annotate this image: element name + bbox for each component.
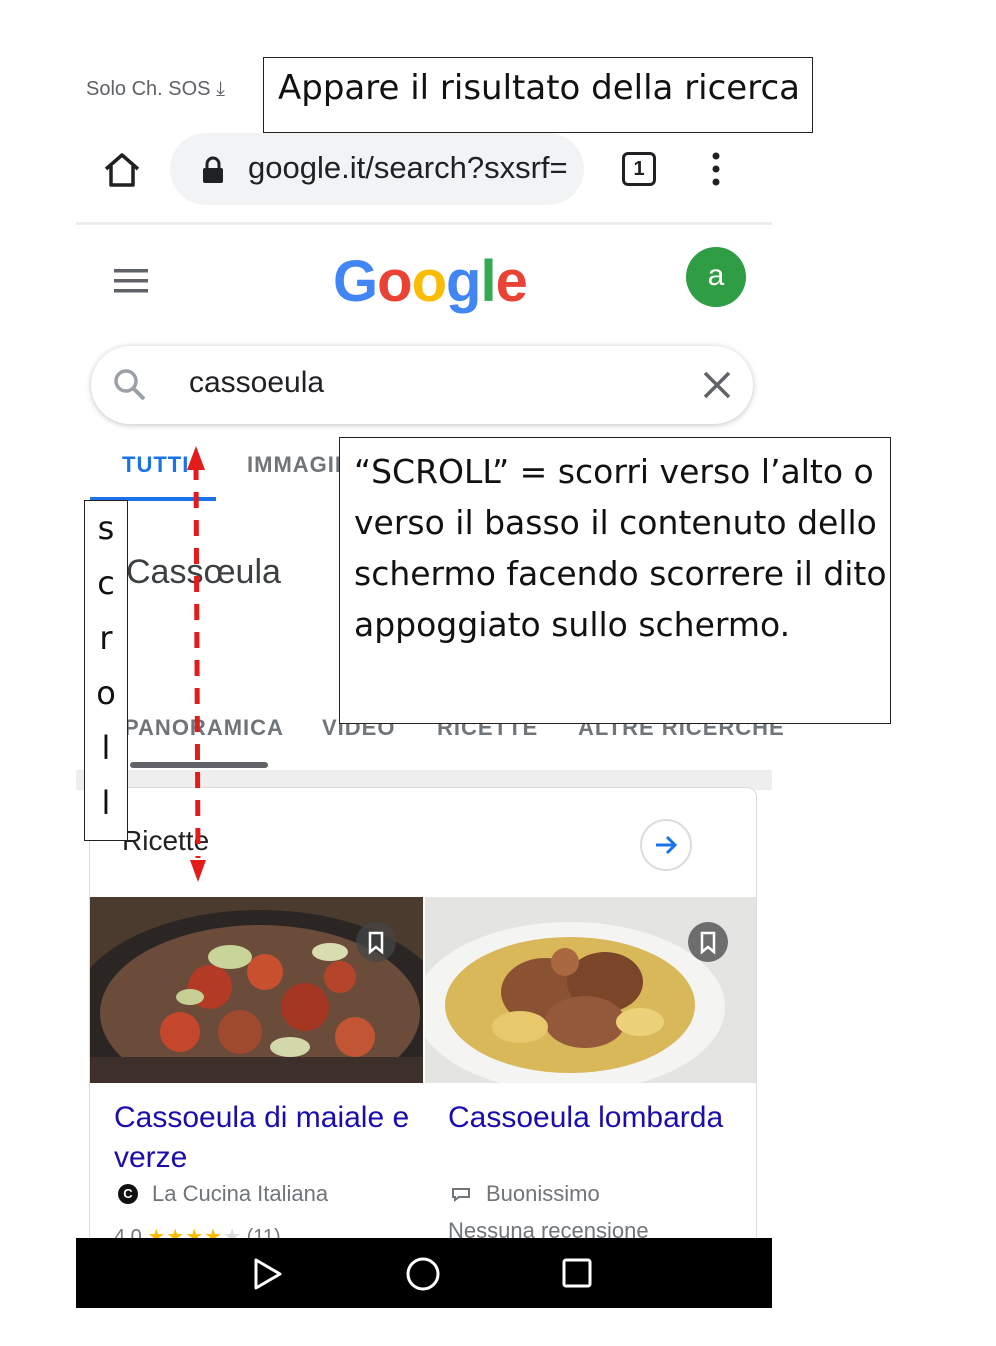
hamburger-menu-icon[interactable] [112, 266, 152, 296]
tab-switcher-button[interactable]: 1 [622, 152, 656, 186]
download-icon: ⤓ [216, 78, 225, 100]
arrow-right-button[interactable] [640, 819, 692, 871]
search-icon [111, 366, 149, 404]
bookmark-icon [700, 931, 716, 955]
google-logo[interactable]: Google [333, 248, 528, 315]
home-icon[interactable] [100, 148, 144, 192]
recipe-source: Buonissimo [486, 1181, 600, 1206]
divider [76, 222, 772, 225]
close-icon[interactable] [700, 368, 734, 402]
bookmark-button[interactable] [356, 922, 396, 962]
more-vert-icon[interactable] [706, 150, 726, 190]
url-text[interactable]: google.it/search?sxsrf= [248, 150, 570, 186]
bookmark-button[interactable] [688, 922, 728, 962]
back-icon [254, 1258, 282, 1290]
arrow-right-icon [656, 835, 678, 855]
status-bar-text: Solo Ch. SOS ⤓ [86, 78, 225, 100]
home-circle-icon [406, 1257, 440, 1291]
android-nav-bar [76, 1238, 772, 1308]
recents-icon [562, 1258, 592, 1288]
recipe-title-link[interactable]: Cassoeula di maiale e verze [114, 1098, 419, 1178]
bookmark-icon [368, 931, 384, 955]
annotation-top-note: Appare il risultato della ricerca [263, 57, 813, 133]
chat-icon [450, 1185, 472, 1208]
recipe-title-link[interactable]: Cassoeula lombarda [448, 1098, 748, 1138]
avatar[interactable]: a [686, 247, 746, 307]
recipe-source: La Cucina Italiana [152, 1181, 329, 1206]
source-logo-icon: C [118, 1184, 138, 1204]
search-input[interactable]: cassoeula [189, 366, 324, 400]
annotation-scroll-vertical: s c r o l l [84, 500, 128, 841]
scroll-arrow-icon [180, 440, 216, 884]
annotation-scroll-explanation: “SCROLL” = scorri verso l’alto o verso i… [339, 437, 891, 724]
lock-icon [200, 155, 226, 185]
